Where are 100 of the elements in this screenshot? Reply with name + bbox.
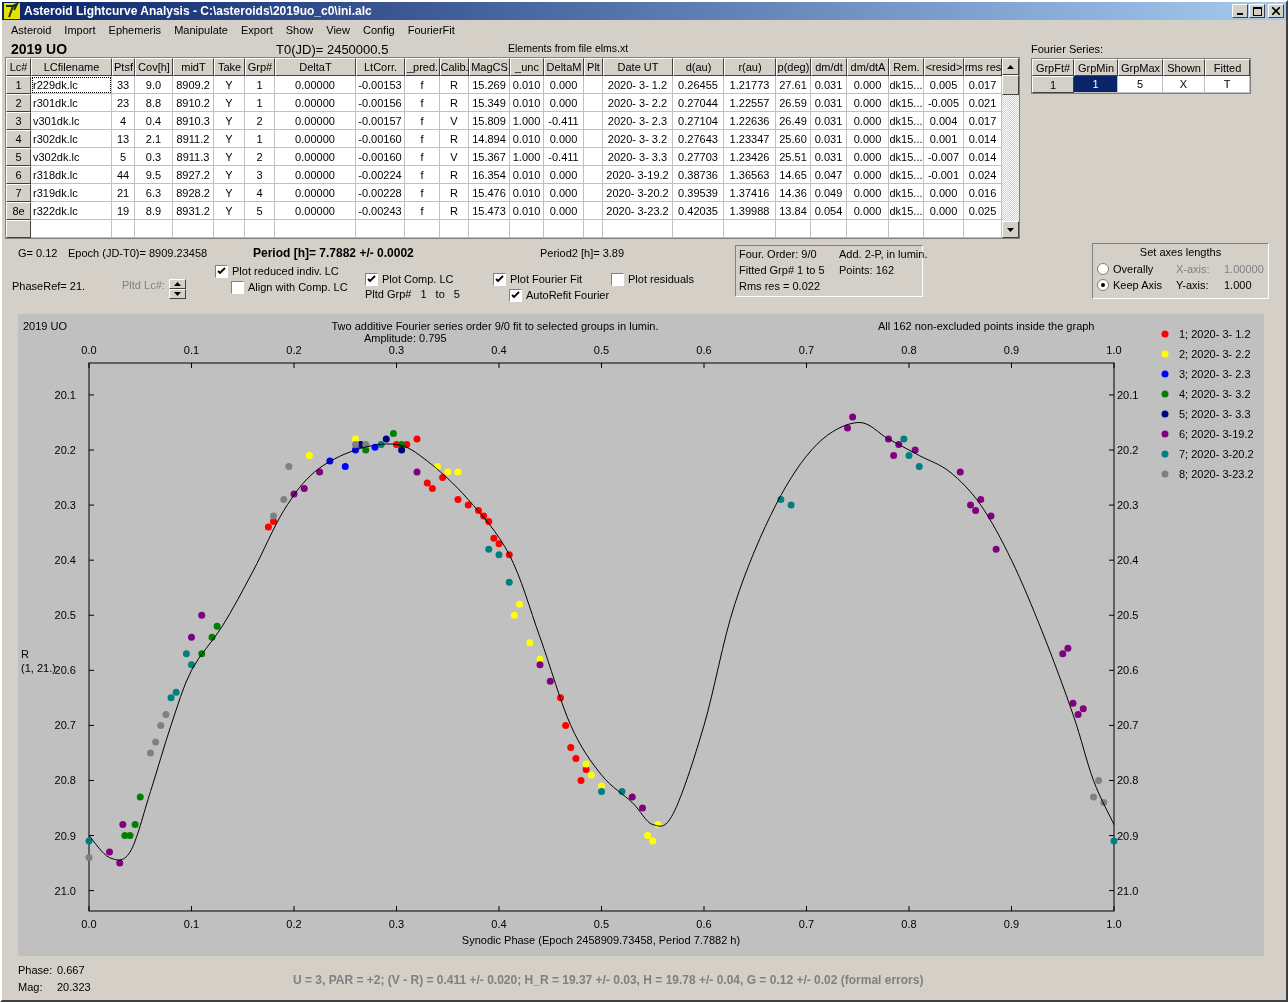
- column-header[interactable]: Ptsf: [112, 58, 135, 76]
- radio-label[interactable]: Overally: [1113, 263, 1176, 275]
- column-header[interactable]: Calib.: [440, 58, 469, 76]
- menu-item[interactable]: View: [320, 23, 357, 36]
- y-axis-label: R: [21, 648, 29, 660]
- column-header[interactable]: LtCorr.: [356, 58, 405, 76]
- tick-label: 0.8: [901, 344, 917, 356]
- table-cell: 8927.2: [173, 166, 214, 184]
- column-header[interactable]: d(au): [673, 58, 724, 76]
- table-cell: 0.000: [847, 130, 889, 148]
- table-cell: 14.36: [776, 184, 811, 202]
- tick-label: 21.0: [54, 884, 76, 897]
- chart-title: Two additive Fourier series order 9/0 fit to selected groups in lumin.: [331, 320, 659, 332]
- row-header[interactable]: 7: [6, 184, 31, 202]
- pltd-grp-to: 5: [453, 288, 460, 300]
- table-cell: 0.031: [811, 94, 847, 112]
- column-header[interactable]: DeltaT: [275, 58, 356, 76]
- menu-item[interactable]: Ephemeris: [102, 23, 169, 36]
- row-header[interactable]: 3: [6, 112, 31, 130]
- table-cell: Y: [214, 148, 245, 166]
- column-header[interactable]: r(au): [724, 58, 776, 76]
- table-cell: 2020- 3- 2.3: [603, 112, 673, 130]
- row-header[interactable]: 2: [6, 94, 31, 112]
- column-header[interactable]: GrpMax: [1118, 59, 1163, 76]
- row-header[interactable]: 6: [6, 166, 31, 184]
- column-header[interactable]: Shown: [1163, 59, 1205, 76]
- table-cell: R: [440, 76, 469, 94]
- table-cell: dk15...: [889, 94, 924, 112]
- column-header[interactable]: Lc#: [6, 58, 31, 76]
- tick-label: 20.1: [54, 388, 76, 401]
- column-header[interactable]: GrpMin: [1074, 59, 1118, 76]
- tick-label: 20.3: [54, 499, 76, 512]
- table-cell: f: [405, 112, 440, 130]
- column-header[interactable]: _pred.: [405, 58, 440, 76]
- table-cell: 0.000: [544, 76, 584, 94]
- table-cell[interactable]: X: [1163, 76, 1205, 93]
- checkbox-label[interactable]: AutoRefit Fourier: [526, 289, 610, 301]
- column-header[interactable]: Cov[h]: [135, 58, 173, 76]
- table-cell[interactable]: 5: [1118, 76, 1163, 93]
- table-cell: 1: [245, 76, 275, 94]
- table-cell: 8911.3: [173, 148, 214, 166]
- column-header[interactable]: <resid>: [924, 58, 964, 76]
- row-header[interactable]: 5: [6, 148, 31, 166]
- column-header[interactable]: rms res: [964, 58, 1002, 76]
- radio-label[interactable]: Keep Axis: [1113, 279, 1176, 291]
- table-cell: 1.21773: [724, 76, 776, 94]
- column-header[interactable]: Fitted: [1205, 59, 1250, 76]
- checkbox-label[interactable]: Plot Comp. LC: [382, 273, 454, 285]
- column-header[interactable]: p(deg): [776, 58, 811, 76]
- tick-label: 20.6: [1117, 664, 1139, 677]
- table-cell: 27.61: [776, 76, 811, 94]
- row-header[interactable]: 8e: [6, 202, 31, 220]
- table-cell: R: [440, 184, 469, 202]
- column-header[interactable]: Plt: [584, 58, 603, 76]
- table-cell: 0.004: [924, 112, 964, 130]
- row-header[interactable]: 1: [1032, 76, 1074, 93]
- menu-item[interactable]: Export: [234, 23, 280, 36]
- checkbox-label[interactable]: Plot Fourier Fit: [510, 273, 583, 285]
- menu-item[interactable]: Asteroid: [5, 23, 59, 36]
- menu-item[interactable]: FourierFit: [401, 23, 462, 36]
- checkbox-label[interactable]: Plot reduced indiv. LC: [232, 265, 339, 277]
- phase-label: Phase:: [18, 964, 54, 978]
- tick-label: 0.6: [696, 918, 712, 930]
- column-header[interactable]: Take: [214, 58, 245, 76]
- table-cell: 0.00000: [275, 94, 356, 112]
- column-header[interactable]: dm/dtA: [847, 58, 889, 76]
- table-cell: -0.00157: [356, 112, 405, 130]
- table-cell: 15.809: [469, 112, 510, 130]
- table-cell: 0.010: [510, 130, 544, 148]
- row-header[interactable]: 4: [6, 130, 31, 148]
- checkbox-label[interactable]: Align with Comp. LC: [248, 281, 348, 293]
- row-header[interactable]: 1: [6, 76, 31, 94]
- column-header[interactable]: DeltaM: [544, 58, 584, 76]
- column-header[interactable]: GrpFt#: [1032, 59, 1074, 76]
- axis-value: 1.00000: [1224, 263, 1264, 275]
- table-cell: 0.010: [510, 184, 544, 202]
- tick-label: 21.0: [1117, 884, 1139, 897]
- column-header[interactable]: Date UT: [603, 58, 673, 76]
- table-cell[interactable]: T: [1205, 76, 1250, 93]
- table-cell: -0.00160: [356, 148, 405, 166]
- column-header[interactable]: Grp#: [245, 58, 275, 76]
- table-cell: -0.005: [924, 94, 964, 112]
- menu-item[interactable]: Manipulate: [168, 23, 235, 36]
- column-header[interactable]: midT: [173, 58, 214, 76]
- checkbox-label[interactable]: Plot residuals: [628, 273, 695, 285]
- table-cell: 15.476: [469, 184, 510, 202]
- menu-item[interactable]: Import: [58, 23, 103, 36]
- column-header[interactable]: _unc: [510, 58, 544, 76]
- table-cell: 2020- 3-20.2: [603, 184, 673, 202]
- column-header[interactable]: LCfilename: [31, 58, 112, 76]
- table-cell: 5: [112, 148, 135, 166]
- menu-item[interactable]: Show: [279, 23, 321, 36]
- tick-label: 20.8: [1117, 774, 1139, 787]
- column-header[interactable]: MagCS: [469, 58, 510, 76]
- table-cell: -0.00153: [356, 76, 405, 94]
- table-cell: 0.010: [510, 76, 544, 94]
- column-header[interactable]: Rem.: [889, 58, 924, 76]
- table-cell[interactable]: 1: [1074, 76, 1118, 93]
- column-header[interactable]: dm/dt: [811, 58, 847, 76]
- menu-item[interactable]: Config: [356, 23, 402, 36]
